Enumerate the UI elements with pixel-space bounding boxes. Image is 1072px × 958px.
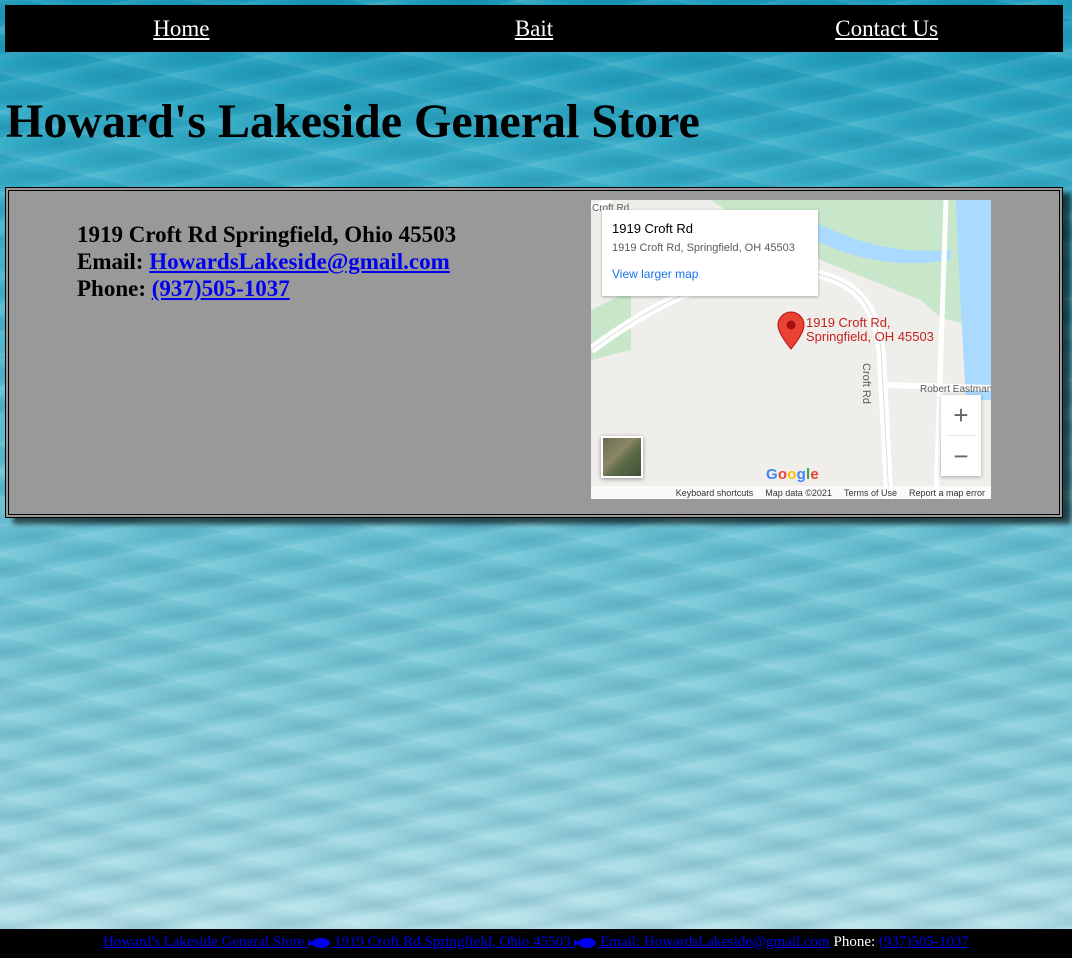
embedded-map[interactable]: Croft Rd Croft Rd Robert Eastman 1919 Cr… bbox=[591, 200, 991, 499]
nav-contact-link[interactable]: Contact Us bbox=[710, 16, 1063, 42]
footer: Howard's Lakeside General Store 1919 Cro… bbox=[0, 929, 1072, 958]
terms-of-use-link[interactable]: Terms of Use bbox=[844, 488, 897, 498]
phone-line: Phone: (937)505-1037 bbox=[77, 275, 456, 302]
footer-phone-label: Phone: bbox=[829, 934, 879, 950]
map-attribution-bar: Keyboard shortcuts Map data ©2021 Terms … bbox=[591, 486, 991, 499]
map-info-window: 1919 Croft Rd 1919 Croft Rd, Springfield… bbox=[602, 210, 818, 296]
page-title: Howard's Lakeside General Store bbox=[6, 95, 700, 148]
view-larger-map-link[interactable]: View larger map bbox=[612, 267, 808, 281]
zoom-out-button[interactable]: − bbox=[941, 436, 981, 476]
map-pin-icon bbox=[777, 311, 805, 350]
report-map-error-link[interactable]: Report a map error bbox=[909, 488, 985, 498]
map-data-text: Map data ©2021 bbox=[765, 487, 832, 498]
email-line: Email: HowardsLakeside@gmail.com bbox=[77, 248, 456, 275]
nav-bait-link[interactable]: Bait bbox=[358, 16, 711, 42]
map-road-label-croft: Croft Rd bbox=[860, 363, 872, 404]
email-label: Email: bbox=[77, 249, 150, 274]
nav-home-link[interactable]: Home bbox=[5, 16, 358, 42]
satellite-toggle-button[interactable] bbox=[601, 436, 643, 478]
map-pin-label-line2: Springfield, OH 45503 bbox=[806, 329, 934, 344]
top-nav: Home Bait Contact Us bbox=[5, 5, 1063, 52]
footer-address-link[interactable]: 1919 Croft Rd Springfield, Ohio 45503 bbox=[330, 934, 574, 950]
map-pin-label-line1: 1919 Croft Rd, bbox=[806, 315, 891, 330]
address-text: 1919 Croft Rd Springfield, Ohio 45503 bbox=[77, 222, 457, 247]
email-link[interactable]: HowardsLakeside@gmail.com bbox=[149, 249, 450, 274]
map-zoom-control: + − bbox=[941, 395, 981, 476]
google-logo: Google bbox=[766, 466, 819, 483]
fish-icon bbox=[574, 937, 597, 948]
footer-email-link[interactable]: Email: HowardsLakeside@gmail.com bbox=[596, 934, 830, 950]
footer-store-link[interactable]: Howard's Lakeside General Store bbox=[103, 934, 308, 950]
map-pin-label: 1919 Croft Rd, Springfield, OH 45503 bbox=[806, 316, 934, 344]
contact-info: 1919 Croft Rd Springfield, Ohio 45503 Em… bbox=[77, 221, 456, 302]
phone-label: Phone: bbox=[77, 276, 152, 301]
keyboard-shortcuts-link[interactable]: Keyboard shortcuts bbox=[676, 488, 754, 498]
map-place-name: 1919 Croft Rd bbox=[612, 221, 693, 236]
contact-panel: 1919 Croft Rd Springfield, Ohio 45503 Em… bbox=[5, 187, 1063, 518]
zoom-in-button[interactable]: + bbox=[941, 395, 981, 435]
phone-link[interactable]: (937)505-1037 bbox=[152, 276, 290, 301]
footer-phone-link[interactable]: (937)505-1037 bbox=[879, 934, 969, 950]
map-road-label-eastman: Robert Eastman bbox=[920, 384, 991, 395]
map-place-address: 1919 Croft Rd, Springfield, OH 45503 bbox=[612, 242, 795, 254]
fish-icon bbox=[308, 937, 331, 948]
